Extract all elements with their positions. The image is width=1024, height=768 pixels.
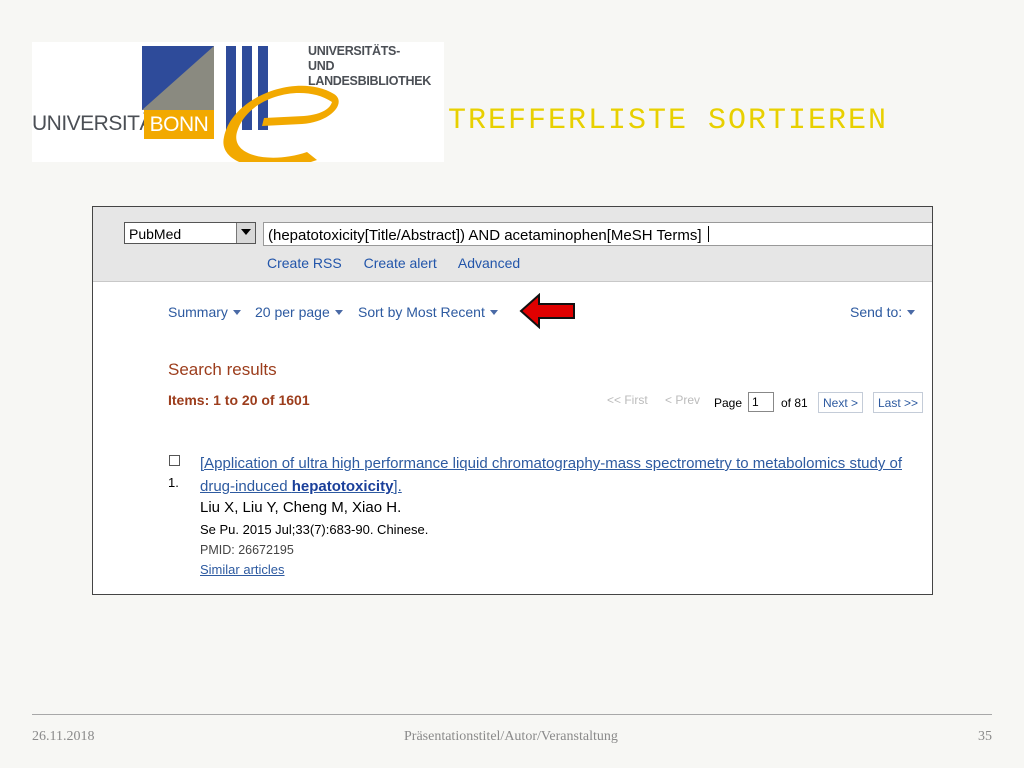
result-journal: Se Pu. 2015 Jul;33(7):683-90. Chinese.: [200, 522, 429, 537]
text-cursor: [707, 226, 709, 242]
summary-label: Summary: [168, 304, 228, 320]
database-select[interactable]: PubMed: [124, 222, 256, 244]
footer-presentation-info: Präsentationstitel/Autor/Veranstaltung: [404, 729, 618, 744]
first-page-link[interactable]: << First: [607, 393, 648, 407]
page-label: Page: [714, 396, 743, 410]
results-heading: Search results: [168, 360, 277, 379]
search-input[interactable]: (hepatotoxicity[Title/Abstract]) AND ace…: [263, 222, 932, 246]
summary-dropdown[interactable]: Summary: [168, 304, 241, 320]
slide-number: 35: [978, 729, 992, 744]
bonn-text: BONN: [144, 110, 214, 139]
result-pmid: PMID: 26672195: [200, 543, 294, 557]
database-select-value: PubMed: [129, 226, 182, 242]
result-title-part2: ].: [393, 478, 402, 495]
create-rss-link[interactable]: Create RSS: [267, 255, 342, 271]
items-count: Items: 1 to 20 of 1601: [168, 392, 310, 408]
advanced-link[interactable]: Advanced: [458, 255, 520, 271]
create-alert-link[interactable]: Create alert: [364, 255, 437, 271]
chevron-down-icon: [489, 310, 498, 315]
red-arrow-icon: [519, 293, 575, 329]
per-page-label: 20 per page: [255, 304, 330, 320]
university-logo: UNIVERSITÄT BONN UNIVERSITÄTS- UND LANDE…: [32, 42, 444, 162]
result-title-link[interactable]: [Application of ultra high performance l…: [200, 452, 910, 498]
slide-title: TREFFERLISTE SORTIEREN: [448, 104, 889, 138]
chevron-down-icon: [232, 310, 241, 315]
result-number: 1.: [168, 475, 179, 490]
last-page-button[interactable]: Last >>: [873, 392, 924, 413]
prev-page-link[interactable]: < Prev: [665, 393, 700, 407]
page-total: of 81: [781, 396, 808, 410]
pubmed-screenshot: PubMed (hepatotoxicity[Title/Abstract]) …: [92, 206, 933, 595]
sort-dropdown[interactable]: Sort by Most Recent: [358, 304, 498, 320]
next-page-button[interactable]: Next >: [818, 392, 864, 413]
send-to-label: Send to:: [850, 304, 903, 320]
dropdown-arrow-icon[interactable]: [236, 223, 255, 243]
search-bar-area: PubMed (hepatotoxicity[Title/Abstract]) …: [93, 207, 932, 282]
library-text-line2: UND LANDESBIBLIOTHEK: [308, 59, 431, 88]
search-query-text: (hepatotoxicity[Title/Abstract]) AND ace…: [268, 227, 702, 244]
chevron-down-icon: [334, 310, 343, 315]
search-links: Create RSS Create alert Advanced: [267, 255, 538, 271]
sort-label: Sort by Most Recent: [358, 304, 485, 320]
library-text-line1: UNIVERSITÄTS-: [308, 44, 400, 58]
page-number-input[interactable]: 1: [748, 392, 774, 412]
result-checkbox[interactable]: [169, 455, 180, 466]
footer-date: 26.11.2018: [32, 729, 95, 744]
result-authors: Liu X, Liu Y, Cheng M, Xiao H.: [200, 499, 402, 516]
similar-articles-link[interactable]: Similar articles: [200, 562, 285, 577]
footer-divider: [32, 714, 992, 715]
result-title-highlight: hepatotoxicity: [291, 478, 394, 495]
library-text: UNIVERSITÄTS- UND LANDESBIBLIOTHEK: [308, 44, 444, 89]
send-to-dropdown[interactable]: Send to:: [850, 304, 916, 320]
chevron-down-icon: [907, 310, 916, 315]
per-page-dropdown[interactable]: 20 per page: [255, 304, 343, 320]
